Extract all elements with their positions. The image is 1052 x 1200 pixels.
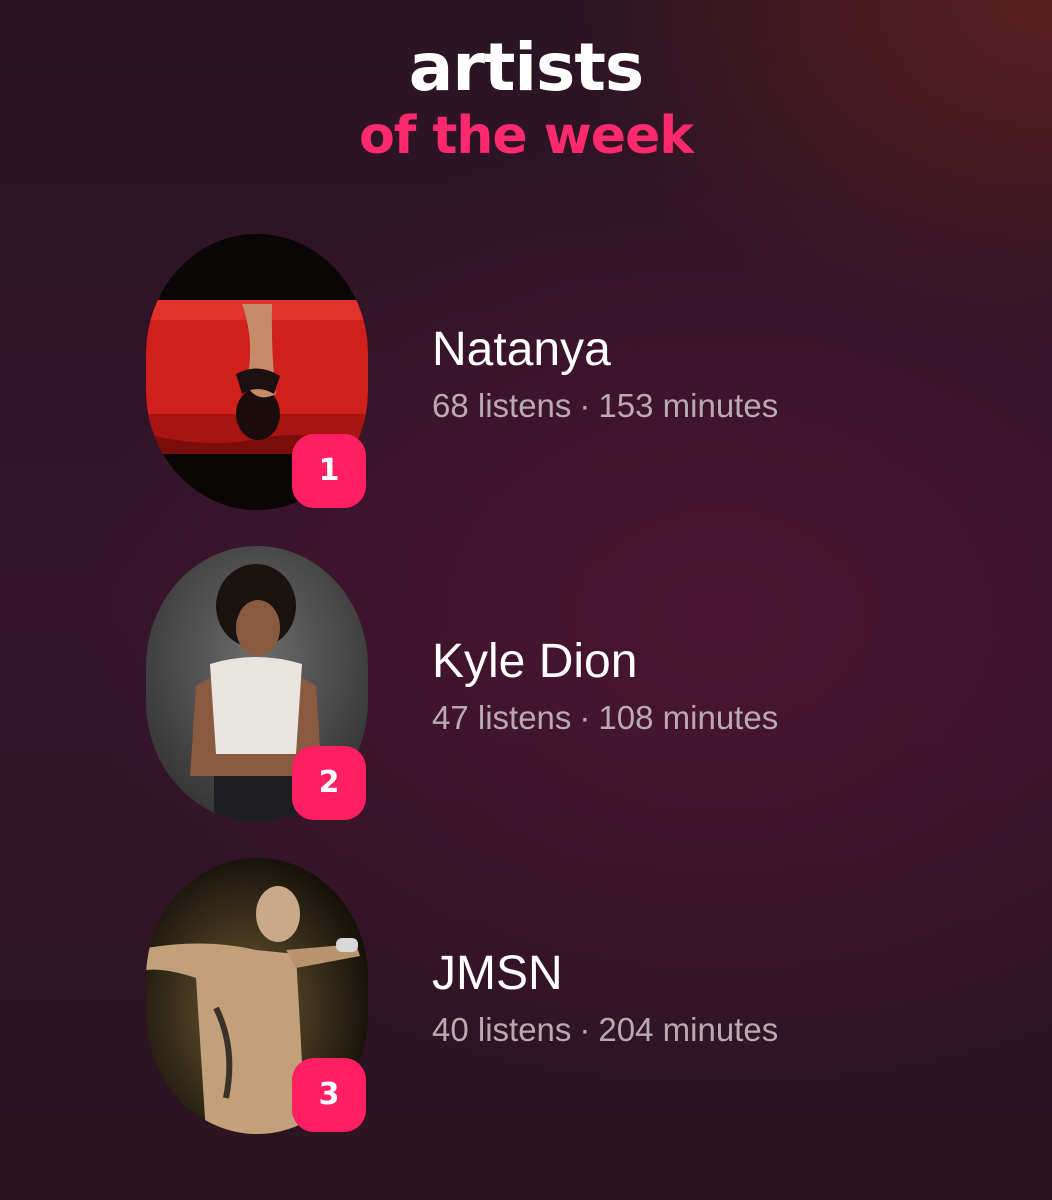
artist-name[interactable]: Natanya (432, 322, 611, 378)
separator: · (579, 387, 591, 424)
page-subtitle: of the week (359, 106, 694, 166)
listens-count: 40 listens (432, 1011, 572, 1048)
listens-count: 68 listens (432, 387, 572, 424)
artist-row[interactable]: 2 Kyle Dion 47 listens · 108 minutes (0, 546, 1052, 826)
artist-stats: 47 listens · 108 minutes (432, 698, 778, 738)
minutes-count: 153 minutes (598, 387, 779, 424)
artist-stats: 40 listens · 204 minutes (432, 1010, 778, 1050)
separator: · (579, 699, 591, 736)
rank-badge: 2 (292, 746, 366, 820)
minutes-count: 204 minutes (598, 1011, 779, 1048)
artist-name[interactable]: JMSN (432, 946, 563, 1002)
minutes-count: 108 minutes (598, 699, 779, 736)
artist-row[interactable]: 1 Natanya 68 listens · 153 minutes (0, 234, 1052, 514)
artist-row[interactable]: 3 JMSN 40 listens · 204 minutes (0, 858, 1052, 1138)
listens-count: 47 listens (432, 699, 572, 736)
rank-badge: 1 (292, 434, 366, 508)
artist-name[interactable]: Kyle Dion (432, 634, 637, 690)
separator: · (579, 1011, 591, 1048)
artist-stats: 68 listens · 153 minutes (432, 386, 778, 426)
page-title: artists (408, 29, 644, 106)
rank-badge: 3 (292, 1058, 366, 1132)
page-header: artists of the week (0, 29, 1052, 167)
